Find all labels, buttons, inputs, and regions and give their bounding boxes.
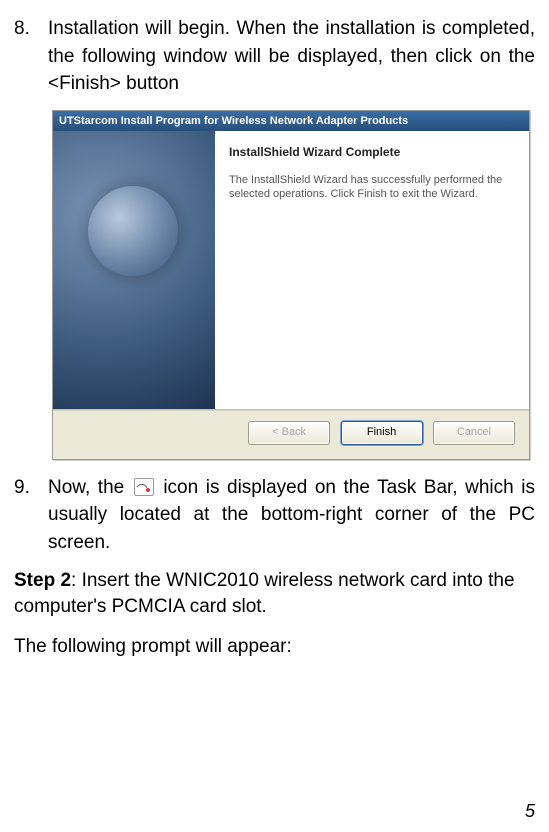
page-number: 5 <box>525 801 535 822</box>
step-9-pre: Now, the <box>48 477 132 498</box>
wizard-button-row: < Back Finish Cancel <box>53 410 529 459</box>
taskbar-wireless-icon <box>134 478 154 496</box>
wizard-screenshot: UTStarcom Install Program for Wireless N… <box>52 110 530 460</box>
wizard-body: InstallShield Wizard Complete The Instal… <box>53 131 529 410</box>
step-8-number: 8. <box>14 15 48 98</box>
step-2-label: Step 2 <box>14 570 71 591</box>
step-8-text: Installation will begin. When the instal… <box>48 15 535 98</box>
back-button[interactable]: < Back <box>248 421 330 445</box>
wizard-content: InstallShield Wizard Complete The Instal… <box>215 131 529 409</box>
wizard-text: The InstallShield Wizard has successfull… <box>229 173 511 203</box>
wizard-titlebar: UTStarcom Install Program for Wireless N… <box>53 111 529 131</box>
step-8: 8. Installation will begin. When the ins… <box>14 15 535 98</box>
step-2-rest: : Insert the WNIC2010 wireless network c… <box>14 570 515 617</box>
wizard-heading: InstallShield Wizard Complete <box>229 145 511 159</box>
step-9: 9. Now, the icon is displayed on the Tas… <box>14 474 535 557</box>
step-2-line: Step 2: Insert the WNIC2010 wireless net… <box>14 568 535 619</box>
wizard-sidebar-graphic <box>53 131 215 409</box>
cancel-button[interactable]: Cancel <box>433 421 515 445</box>
prompt-line: The following prompt will appear: <box>14 634 535 660</box>
step-9-number: 9. <box>14 474 48 557</box>
finish-button[interactable]: Finish <box>341 421 423 445</box>
step-9-text: Now, the icon is displayed on the Task B… <box>48 474 535 557</box>
